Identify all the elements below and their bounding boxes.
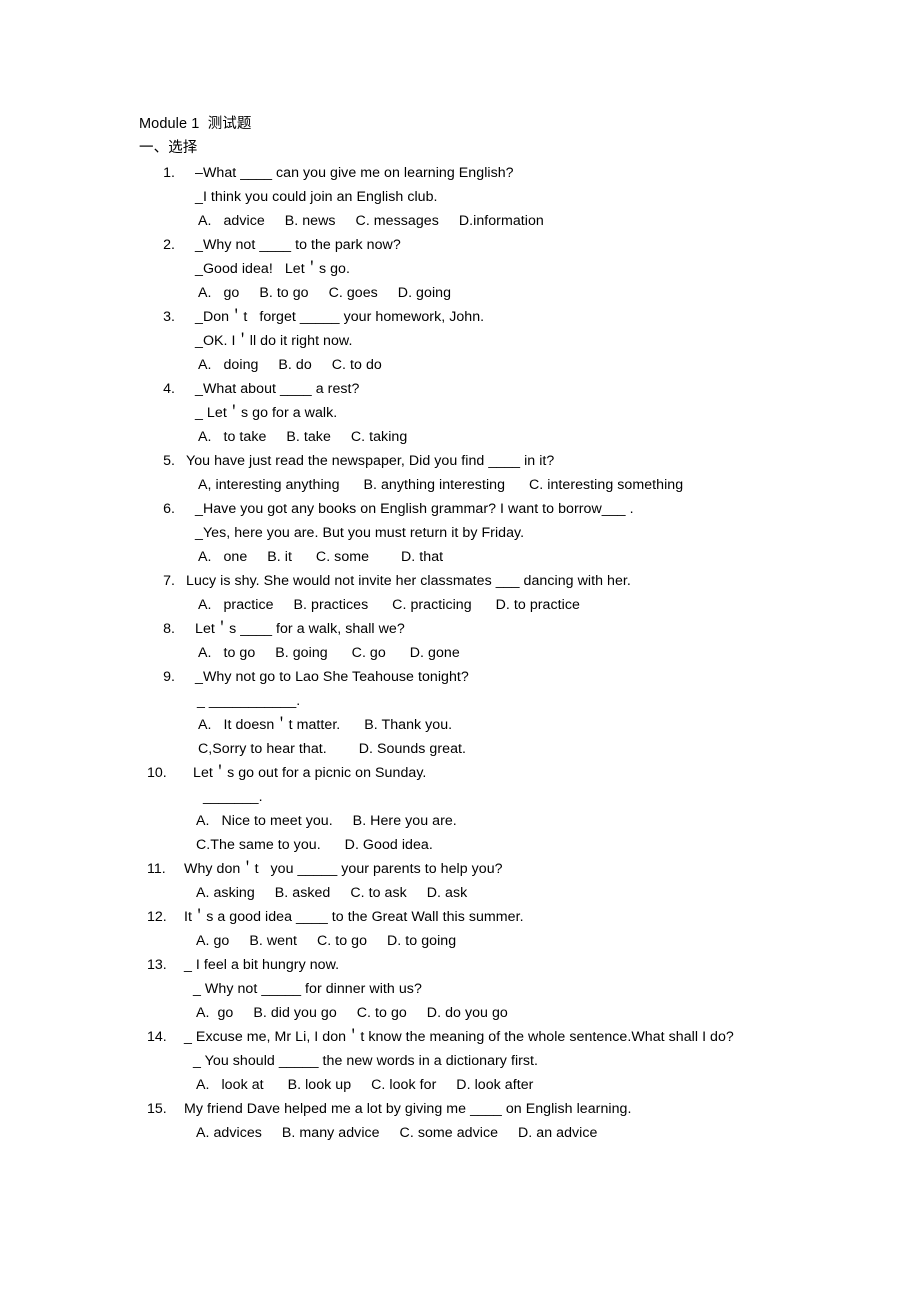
answer-options-line: A. go B. to go C. goes D. going xyxy=(198,285,452,301)
question-line: _ You should _____ the new words in a di… xyxy=(193,1053,539,1069)
question-line: _ Let＇s go for a walk. xyxy=(195,405,338,421)
answer-options-line: A. advices B. many advice C. some advice… xyxy=(196,1125,598,1141)
answer-options-line: A. asking B. asked C. to ask D. ask xyxy=(196,885,468,901)
question-item: 7. Lucy is shy. She would not invite her … xyxy=(139,569,839,617)
question-line: _ Why not _____ for dinner with us? xyxy=(193,981,422,997)
question-stem: Let＇s go out for a picnic on Sunday. xyxy=(193,765,427,781)
question-item: 9. _Why not go to Lao She Teahouse tonigh… xyxy=(139,665,839,761)
answer-options-line: A. one B. it C. some D. that xyxy=(198,549,444,565)
answer-options-line: A. advice B. news C. messages D.informat… xyxy=(198,213,544,229)
question-item: 2. _Why not ____ to the park now? _Good id… xyxy=(139,233,839,305)
question-number: 6. xyxy=(163,501,175,517)
question-number: 4. xyxy=(163,381,175,397)
answer-options-line: A. practice B. practices C. practicing D… xyxy=(198,597,580,613)
question-list: 1. –What ____ can you give me on learning… xyxy=(139,161,839,1145)
question-number: 10. xyxy=(147,765,167,781)
question-line: _______. xyxy=(203,789,263,805)
question-item: 4. _What about ____ a rest? _ Let＇s go for… xyxy=(139,377,839,449)
question-number: 15. xyxy=(147,1101,167,1117)
question-stem: _ I feel a bit hungry now. xyxy=(184,957,340,973)
question-item: 3. _Don＇t forget _____ your homework, Joh… xyxy=(139,305,839,377)
page-title: Module 1 测试题 xyxy=(139,116,252,132)
answer-options-line: A. go B. went C. to go D. to going xyxy=(196,933,457,949)
question-stem: _Don＇t forget _____ your homework, John. xyxy=(195,309,485,325)
answer-options-line: A. It doesn＇t matter. B. Thank you. xyxy=(198,717,453,733)
question-line: _OK. I＇ll do it right now. xyxy=(195,333,353,349)
section-heading-multiple-choice: 一、选择 xyxy=(139,140,198,156)
question-item: 13. _ I feel a bit hungry now. _ Why not _… xyxy=(139,953,839,1025)
answer-options-line: A, interesting anything B. anything inte… xyxy=(198,477,684,493)
question-number: 7. xyxy=(163,573,175,589)
answer-options-line: A. doing B. do C. to do xyxy=(198,357,382,373)
answer-options-line: A. to take B. take C. taking xyxy=(198,429,408,445)
answer-options-line: A. look at B. look up C. look for D. loo… xyxy=(196,1077,534,1093)
question-stem: My friend Dave helped me a lot by giving… xyxy=(184,1101,632,1117)
answer-options-line: C.The same to you. D. Good idea. xyxy=(196,837,433,853)
question-item: 14. _ Excuse me, Mr Li, I don＇t know the … xyxy=(139,1025,839,1097)
document-page: Module 1 测试题 一、选择 1. –What ____ can you g… xyxy=(0,0,920,1302)
answer-options-line: A. to go B. going C. go D. gone xyxy=(198,645,460,661)
question-number: 5. xyxy=(163,453,175,469)
question-stem: _ Excuse me, Mr Li, I don＇t know the mea… xyxy=(184,1029,734,1045)
question-item: 10. Let＇s go out for a picnic on Sunday. _… xyxy=(139,761,839,857)
answer-options-line: A. go B. did you go C. to go D. do you g… xyxy=(196,1005,508,1021)
question-item: 8. Let＇s ____ for a walk, shall we? A. to … xyxy=(139,617,839,665)
question-item: 15. My friend Dave helped me a lot by giv… xyxy=(139,1097,839,1145)
question-stem: _Why not ____ to the park now? xyxy=(195,237,401,253)
question-item: 5. You have just read the newspaper, Did … xyxy=(139,449,839,497)
question-number: 12. xyxy=(147,909,167,925)
question-item: 12. It＇s a good idea ____ to the Great Wa… xyxy=(139,905,839,953)
answer-options-line: A. Nice to meet you. B. Here you are. xyxy=(196,813,457,829)
question-line: _ ___________. xyxy=(197,693,301,709)
question-line: _I think you could join an English club. xyxy=(195,189,438,205)
question-stem: Why don＇t you _____ your parents to help… xyxy=(184,861,503,877)
question-stem: You have just read the newspaper, Did yo… xyxy=(186,453,555,469)
question-item: 1. –What ____ can you give me on learning… xyxy=(139,161,839,233)
question-item: 6. _Have you got any books on English gra… xyxy=(139,497,839,569)
question-line: _Yes, here you are. But you must return … xyxy=(195,525,525,541)
question-stem: _Have you got any books on English gramm… xyxy=(195,501,634,517)
question-number: 3. xyxy=(163,309,175,325)
question-stem: Lucy is shy. She would not invite her cl… xyxy=(186,573,631,589)
answer-options-line: C,Sorry to hear that. D. Sounds great. xyxy=(198,741,466,757)
question-stem: It＇s a good idea ____ to the Great Wall … xyxy=(184,909,524,925)
question-number: 11. xyxy=(147,861,166,877)
question-stem: _Why not go to Lao She Teahouse tonight? xyxy=(195,669,469,685)
document-body: Module 1 测试题 一、选择 1. –What ____ can you g… xyxy=(139,112,839,1145)
question-number: 1. xyxy=(163,165,175,181)
question-number: 14. xyxy=(147,1029,167,1045)
question-stem: Let＇s ____ for a walk, shall we? xyxy=(195,621,405,637)
question-number: 13. xyxy=(147,957,167,973)
question-line: _Good idea! Let＇s go. xyxy=(195,261,350,277)
question-number: 9. xyxy=(163,669,175,685)
question-number: 8. xyxy=(163,621,175,637)
question-item: 11. Why don＇t you _____ your parents to h… xyxy=(139,857,839,905)
question-stem: _What about ____ a rest? xyxy=(195,381,360,397)
question-stem: –What ____ can you give me on learning E… xyxy=(195,165,514,181)
question-number: 2. xyxy=(163,237,175,253)
